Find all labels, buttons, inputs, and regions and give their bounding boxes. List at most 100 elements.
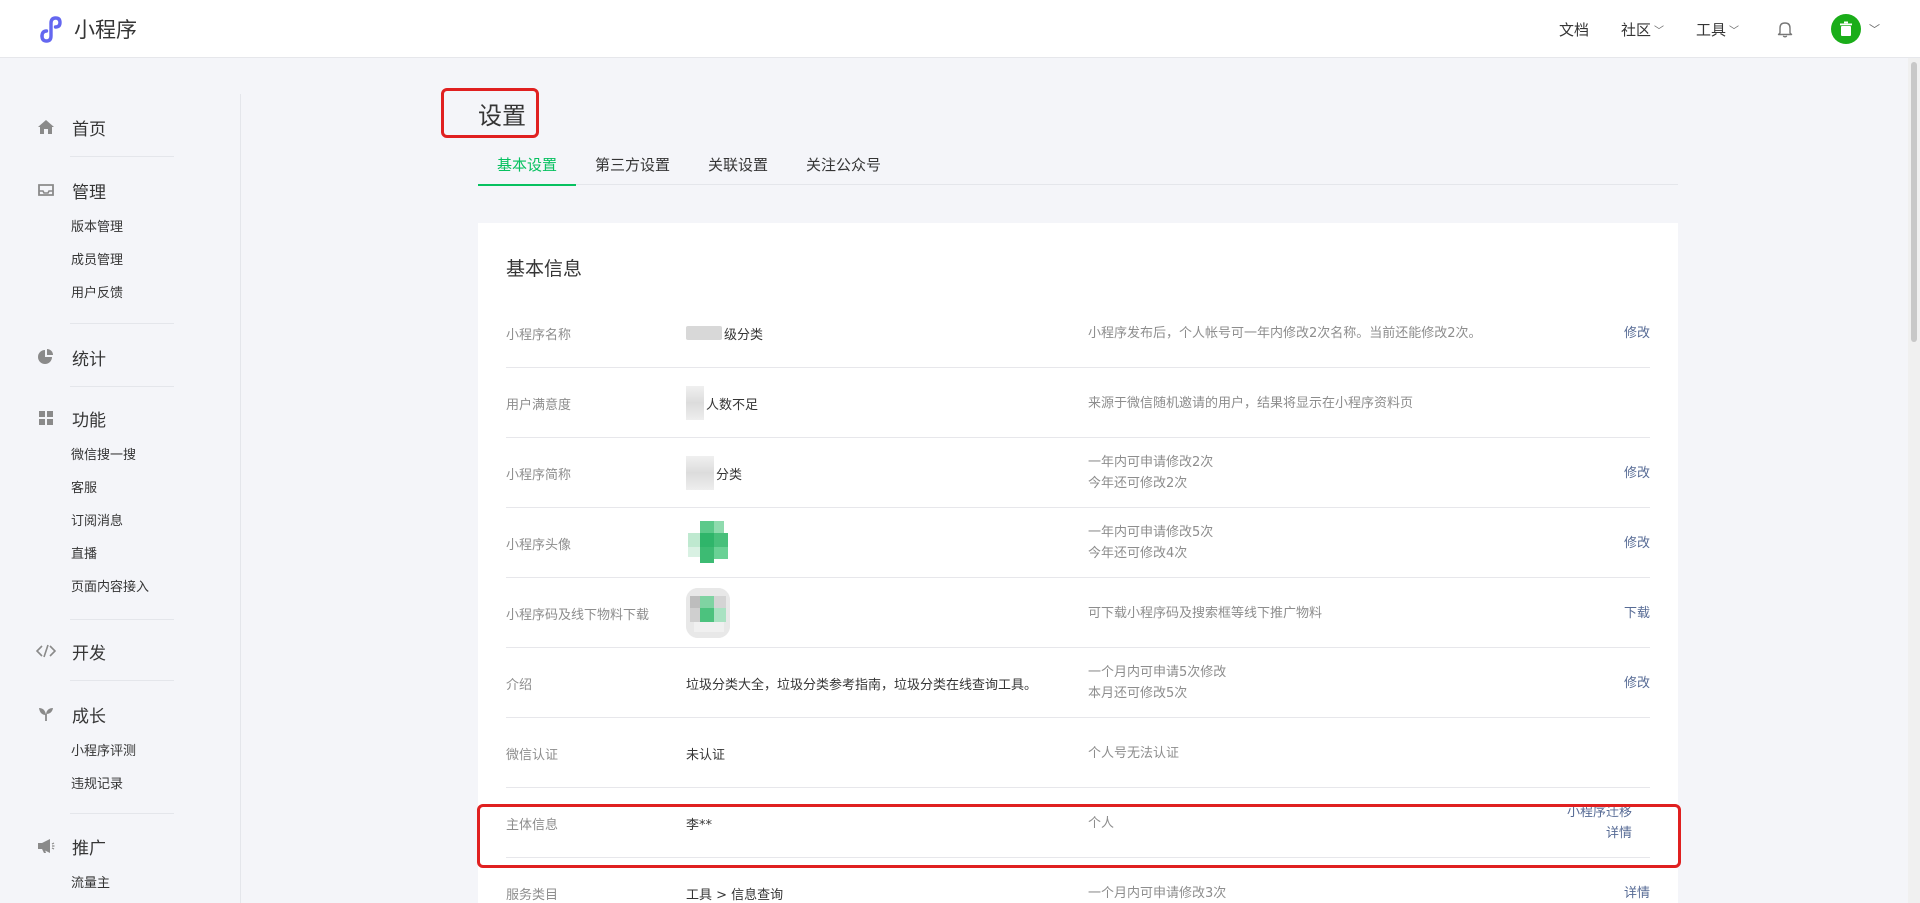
sidebar-item-dev[interactable]: 开发 [36,637,174,665]
sidebar-item-features[interactable]: 功能 [36,404,174,432]
trash-bin-icon [1840,21,1852,36]
nav-tools-label: 工具 [1695,20,1726,39]
sidebar-item-label: 管理 [72,182,106,203]
row-actions: 修改 [1624,508,1650,578]
row-value: 级分类 [686,298,763,368]
row-value-text: 级分类 [724,327,764,343]
row-note-line: 本月还可修改5次 [1088,686,1188,701]
row-label: 微信认证 [506,747,559,763]
sprout-icon [36,704,56,724]
top-bar: 小程序 文档 社区 ﹀ 工具 ﹀ ﹀ [0,0,1920,58]
row-note-line: 一年内可申请修改2次 [1088,455,1214,470]
edit-intro-link[interactable]: 修改 [1624,673,1650,694]
sidebar-item-label: 成长 [72,706,106,727]
nav-community[interactable]: 社区 ﹀ [1621,19,1664,40]
row-actions: 修改 [1624,298,1650,368]
mini-program-code-image [686,588,730,638]
mini-program-avatar [688,521,728,563]
row-note: 来源于微信随机邀请的用户，结果将显示在小程序资料页 [1088,368,1413,438]
nav-docs[interactable]: 文档 [1559,19,1589,40]
sidebar-separator [70,813,174,814]
download-materials-link[interactable]: 下载 [1624,603,1650,624]
sidebar-group-promotion: 推广 流量主 [36,832,174,900]
row-note-line: 来源于微信随机邀请的用户，结果将显示在小程序资料页 [1088,395,1414,411]
row-label: 小程序简称 [506,467,572,483]
redacted-block [686,326,722,340]
sidebar-item-subscribe-messages[interactable]: 订阅消息 [71,505,174,538]
sidebar-item-traffic-owner[interactable]: 流量主 [71,867,174,900]
highlight-box-entity [477,804,1681,868]
nav-docs-label: 文档 [1558,20,1589,39]
edit-name-link[interactable]: 修改 [1624,323,1650,344]
sidebar-divider [240,94,241,903]
tab-association-settings[interactable]: 关联设置 [689,150,787,185]
tab-third-party-settings[interactable]: 第三方设置 [576,150,689,185]
chevron-down-icon[interactable]: ﹀ [1869,21,1880,37]
avatar[interactable] [1831,14,1861,44]
sidebar-item-wechat-search[interactable]: 微信搜一搜 [71,439,174,472]
pie-chart-icon [36,347,56,367]
sidebar-item-user-feedback[interactable]: 用户反馈 [71,277,174,310]
sidebar-item-version-management[interactable]: 版本管理 [71,211,174,244]
sidebar-item-violations[interactable]: 违规记录 [71,768,174,801]
row-value [686,578,730,648]
row-label: 小程序头像 [506,537,572,553]
sidebar-group-features: 功能 微信搜一搜 客服 订阅消息 直播 页面内容接入 [36,404,174,604]
scrollbar-thumb[interactable] [1911,62,1917,342]
row-note: 一年内可申请修改2次 今年还可修改2次 [1088,438,1213,508]
row-note-line: 小程序发布后，个人帐号可一年内修改2次名称。当前还能修改2次。 [1088,325,1482,341]
edit-avatar-link[interactable]: 修改 [1624,533,1650,554]
sidebar-separator [70,619,174,620]
sidebar-item-promotion[interactable]: 推广 [36,832,174,860]
brand[interactable]: 小程序 [36,13,137,45]
home-icon [36,117,56,137]
sidebar-item-label: 开发 [72,643,106,664]
row-note-line: 可下载小程序码及搜索框等线下推广物料 [1088,605,1323,621]
page-scrollbar[interactable] [1908,58,1920,903]
sidebar-item-member-management[interactable]: 成员管理 [71,244,174,277]
code-icon [36,641,56,661]
sidebar-group-dev: 开发 [36,637,174,665]
row-value: 垃圾分类大全，垃圾分类参考指南，垃圾分类在线查询工具。 [686,677,1038,693]
row-value: 人数不足 [686,368,758,438]
sidebar-item-evaluation[interactable]: 小程序评测 [71,735,174,768]
category-details-link[interactable]: 详情 [1624,883,1650,903]
basic-info-card: 基本信息 小程序名称 级分类 小程序发布后，个人帐号可一年内修改2次名称。当前还… [478,223,1678,903]
row-note: 可下载小程序码及搜索框等线下推广物料 [1088,578,1322,648]
sidebar-item-manage[interactable]: 管理 [36,176,174,204]
grid-icon [36,408,56,428]
redacted-block [686,386,704,420]
sidebar-item-stats[interactable]: 统计 [36,343,174,371]
sidebar-group-home: 首页 [36,113,174,141]
sidebar-separator [70,156,174,157]
row-actions: 下载 [1624,578,1650,648]
row-label: 介绍 [506,677,533,693]
nav-community-label: 社区 [1620,20,1651,39]
tab-follow-official-account[interactable]: 关注公众号 [787,150,900,185]
row-value [686,508,734,578]
row-label: 小程序名称 [506,327,572,343]
sidebar-item-growth[interactable]: 成长 [36,700,174,728]
sidebar-item-home[interactable]: 首页 [36,113,174,141]
row-value-text: 分类 [716,467,743,483]
row-label: 小程序码及线下物料下载 [506,607,650,623]
row-actions: 修改 [1624,648,1650,718]
chevron-down-icon: ﹀ [1729,25,1739,37]
row-value: 未认证 [686,747,726,763]
mini-program-logo-icon [40,16,62,43]
row-note-line: 一个月内可申请修改3次 [1088,885,1227,901]
sidebar-item-live[interactable]: 直播 [71,538,174,571]
nav-tools[interactable]: 工具 ﹀ [1696,19,1739,40]
bell-icon[interactable] [1775,19,1795,39]
sidebar-item-customer-service[interactable]: 客服 [71,472,174,505]
inbox-icon [36,180,56,200]
app-name: 小程序 [74,18,137,42]
edit-short-name-link[interactable]: 修改 [1624,463,1650,484]
tab-basic-settings[interactable]: 基本设置 [478,150,577,186]
top-nav: 文档 社区 ﹀ 工具 ﹀ ﹀ [1527,0,1880,58]
info-row-verification: 微信认证 未认证 个人号无法认证 [506,718,1650,788]
sidebar-separator [70,680,174,681]
row-actions: 修改 [1624,438,1650,508]
section-title: 基本信息 [506,258,583,280]
sidebar-item-page-content[interactable]: 页面内容接入 [71,571,174,604]
